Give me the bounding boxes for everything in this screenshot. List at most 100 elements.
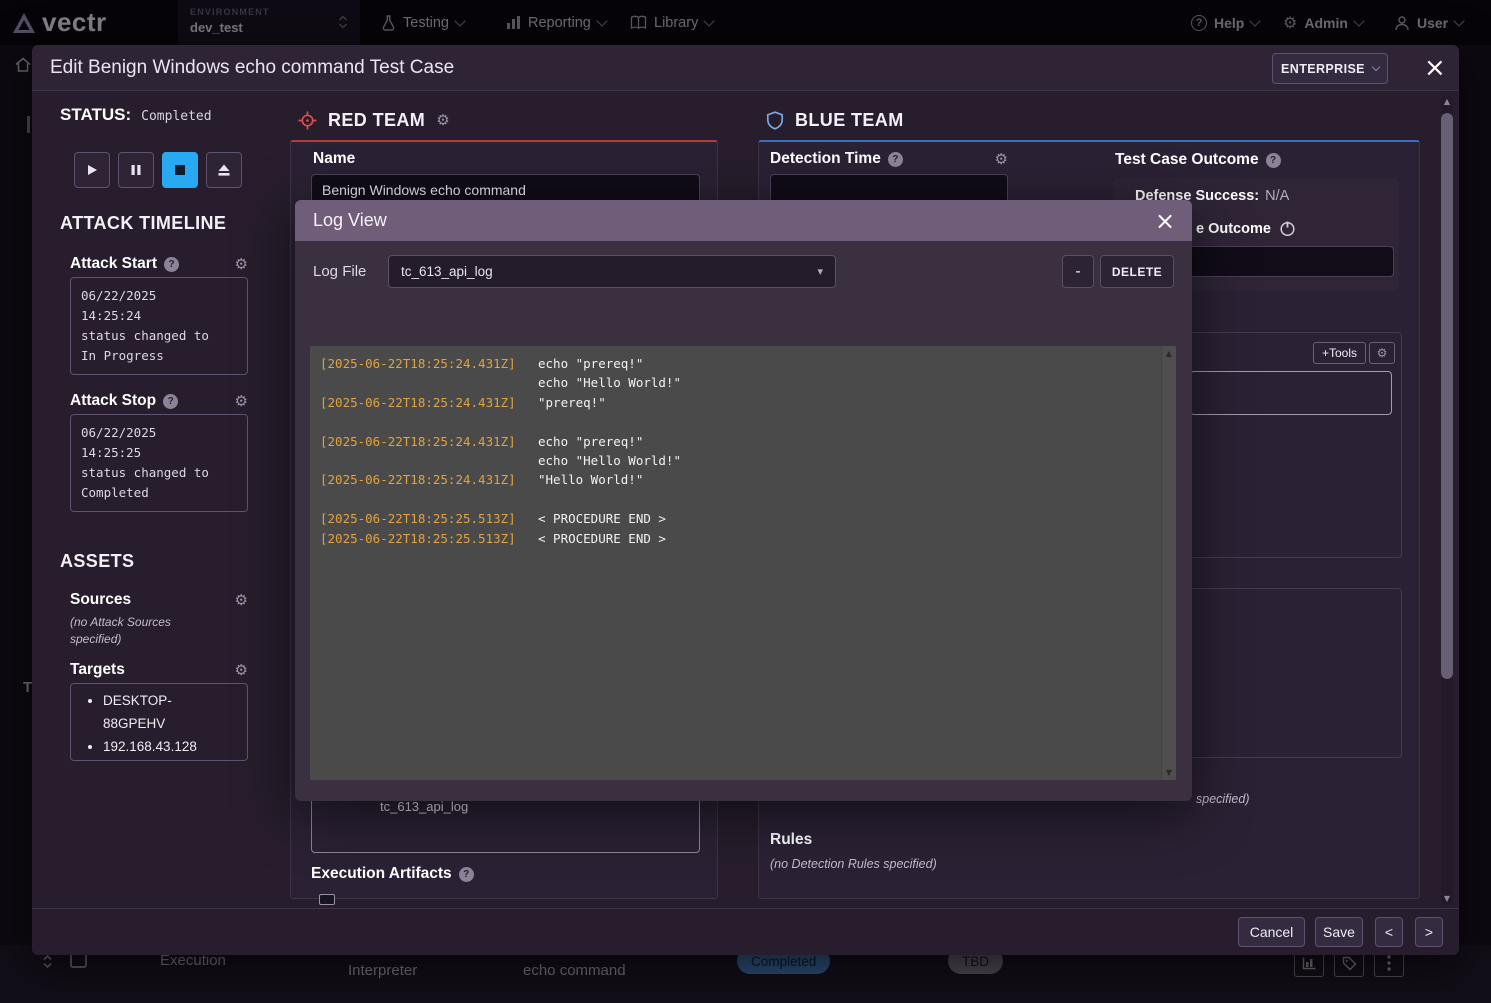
environment-label: ENVIRONMENT	[190, 7, 348, 17]
stop-icon	[173, 163, 187, 177]
cancel-button[interactable]: Cancel	[1238, 917, 1305, 947]
nav-label: Library	[654, 15, 698, 31]
interpreter-cell: Interpreter	[348, 962, 417, 979]
attack-stop-row: Attack Stop ? ⚙	[70, 392, 248, 410]
scrollbar-thumb[interactable]	[1441, 113, 1453, 679]
rules-label: Rules	[770, 831, 812, 849]
play-button[interactable]	[74, 152, 110, 188]
bar-chart-icon	[506, 15, 521, 30]
nav-label: User	[1417, 15, 1448, 31]
nav-label: Admin	[1304, 15, 1348, 31]
gear-icon[interactable]: ⚙	[995, 152, 1008, 167]
gear-icon: ⚙	[1283, 13, 1297, 32]
kebab-icon	[1387, 955, 1391, 971]
gear-icon[interactable]: ⚙	[235, 663, 248, 678]
log-scrollbar[interactable]: ▲ ▼	[1161, 346, 1176, 780]
log-file-label: Log File	[313, 263, 366, 280]
sources-label: Sources	[70, 591, 131, 609]
status-row: STATUS: Completed	[60, 105, 212, 125]
nav-library[interactable]: Library	[630, 0, 713, 45]
log-line: echo "Hello World!"	[320, 451, 1166, 470]
help-circle-icon[interactable]: ?	[888, 152, 903, 167]
log-content: [2025-06-22T18:25:24.431Z]echo "prereq!"…	[320, 354, 1166, 548]
tools-gear-button[interactable]: ⚙	[1369, 342, 1395, 364]
scroll-up-icon[interactable]: ▲	[1441, 97, 1453, 106]
eject-button[interactable]	[206, 152, 242, 188]
target-item: 192.168.43.128	[103, 735, 208, 758]
nav-testing[interactable]: Testing	[381, 0, 464, 45]
outcome-input[interactable]	[1180, 246, 1394, 277]
attack-timeline-heading: ATTACK TIMELINE	[60, 213, 226, 234]
gear-icon[interactable]: ⚙	[235, 394, 248, 409]
chevron-down-icon	[596, 15, 607, 26]
modal-footer: Cancel Save < >	[32, 908, 1459, 955]
gear-icon[interactable]: ⚙	[436, 113, 449, 128]
help-icon: ?	[1191, 15, 1207, 31]
log-view-header: Log View ×	[295, 200, 1192, 241]
nav-label: Reporting	[528, 15, 591, 31]
power-icon[interactable]	[1279, 220, 1296, 237]
nav-reporting[interactable]: Reporting	[506, 0, 606, 45]
attack-start-label: Attack Start	[70, 255, 157, 273]
close-icon[interactable]: ×	[1424, 55, 1446, 81]
pause-button[interactable]	[118, 152, 154, 188]
scroll-down-icon[interactable]: ▼	[1162, 768, 1176, 777]
modal-scrollbar[interactable]: ▲ ▼	[1441, 95, 1453, 905]
gear-icon: ⚙	[1377, 347, 1388, 359]
transport-controls	[74, 152, 242, 188]
save-button[interactable]: Save	[1315, 917, 1363, 947]
help-circle-icon[interactable]: ?	[163, 394, 178, 409]
red-team-heading: RED TEAM	[328, 110, 425, 131]
enterprise-dropdown[interactable]: ENTERPRISE	[1272, 53, 1388, 84]
log-file-select[interactable]: tc_613_api_log ▾	[388, 255, 836, 288]
nav-help[interactable]: ? Help	[1191, 0, 1259, 45]
help-circle-icon[interactable]: ?	[1266, 153, 1281, 168]
nav-user[interactable]: User	[1394, 0, 1463, 45]
help-circle-icon[interactable]: ?	[164, 257, 179, 272]
stop-button[interactable]	[162, 152, 198, 188]
status-label: STATUS:	[60, 105, 131, 125]
log-view-modal: Log View × Log File tc_613_api_log ▾ - D…	[295, 200, 1192, 801]
log-line	[320, 412, 1166, 431]
scroll-down-icon[interactable]: ▼	[1441, 894, 1453, 903]
prev-button[interactable]: <	[1375, 917, 1403, 947]
log-line: echo "Hello World!"	[320, 373, 1166, 392]
artifact-input-fragment	[319, 894, 335, 905]
log-view-title: Log View	[313, 200, 387, 241]
nav-admin[interactable]: ⚙ Admin	[1283, 0, 1363, 45]
red-team-header: RED TEAM ⚙	[298, 110, 450, 131]
add-tools-button[interactable]: +Tools	[1313, 342, 1366, 364]
home-icon[interactable]	[14, 56, 32, 73]
remove-log-button[interactable]: -	[1062, 255, 1094, 288]
log-file-item[interactable]: tc_613_api_log	[380, 799, 468, 814]
targets-list: DESKTOP-88GPEHV192.168.43.128	[77, 689, 241, 758]
chevron-down-icon	[1453, 15, 1464, 26]
gear-icon[interactable]: ⚙	[235, 257, 248, 272]
environment-value: dev_test	[190, 20, 348, 35]
detection-time-row: Detection Time ? ⚙	[770, 150, 1008, 168]
logo-text: vectr	[42, 7, 107, 38]
tools-empty-box	[1190, 371, 1392, 415]
close-icon[interactable]: ×	[1155, 208, 1175, 234]
scroll-up-icon[interactable]: ▲	[1162, 349, 1176, 358]
delete-log-button[interactable]: DELETE	[1100, 255, 1174, 288]
drag-handle-icon[interactable]	[42, 954, 53, 969]
log-line: [2025-06-22T18:25:24.431Z]"prereq!"	[320, 393, 1166, 412]
rules-empty-text: (no Detection Rules specified)	[770, 856, 937, 873]
status-value: Completed	[141, 107, 211, 124]
next-button[interactable]: >	[1415, 917, 1443, 947]
environment-selector[interactable]: ENVIRONMENT dev_test	[178, 0, 360, 45]
vectr-logo[interactable]: vectr	[12, 0, 107, 45]
modal-title: Edit Benign Windows echo command Test Ca…	[50, 45, 454, 91]
sources-empty-text: (no Attack Sources specified)	[70, 614, 220, 648]
log-line: [2025-06-22T18:25:25.513Z]< PROCEDURE EN…	[320, 529, 1166, 548]
attack-stop-box: 06/22/202514:25:25status changed toCompl…	[70, 414, 248, 512]
log-content-area[interactable]: [2025-06-22T18:25:24.431Z]echo "prereq!"…	[310, 346, 1176, 780]
log-line: [2025-06-22T18:25:24.431Z]"Hello World!"	[320, 470, 1166, 489]
breadcrumb-fragment	[27, 116, 30, 133]
gear-icon[interactable]: ⚙	[235, 593, 248, 608]
test-case-outcome-label: Test Case Outcome	[1115, 151, 1259, 169]
enterprise-label: ENTERPRISE	[1281, 62, 1365, 76]
assets-heading: ASSETS	[60, 551, 134, 572]
help-circle-icon[interactable]: ?	[459, 867, 474, 882]
